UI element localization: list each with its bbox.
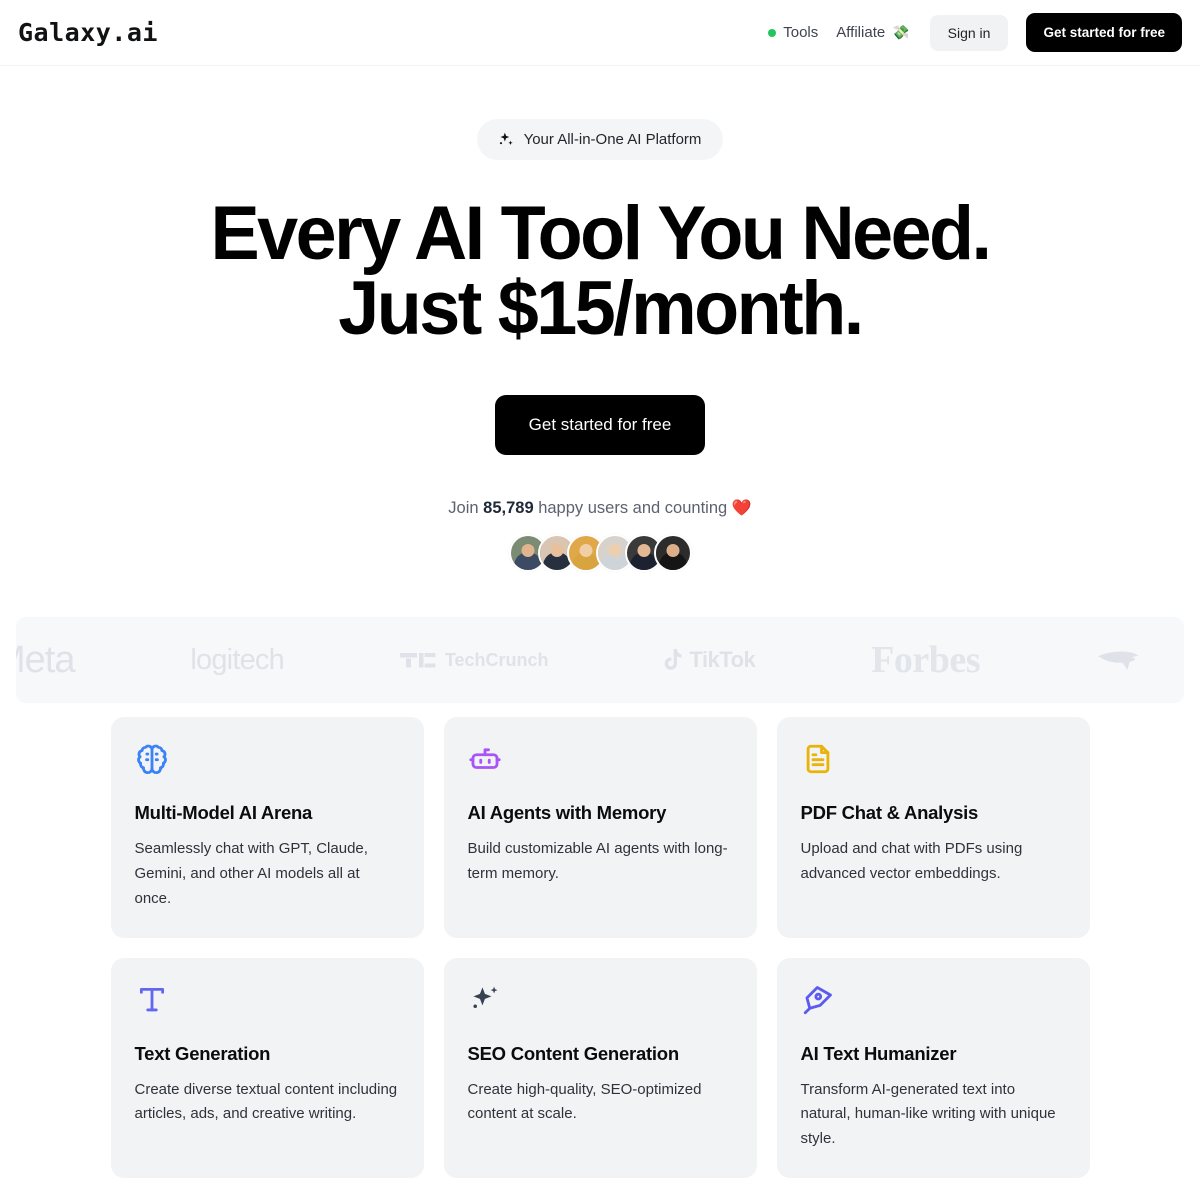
- nav-item-affiliate[interactable]: Affiliate 💸: [836, 24, 909, 41]
- page-title: Every AI Tool You Need. Just $15/month.: [18, 196, 1182, 352]
- site-logo[interactable]: Galaxy.ai: [18, 18, 158, 47]
- header-get-started-button[interactable]: Get started for free: [1026, 13, 1182, 52]
- feature-card[interactable]: AI Agents with Memory Build customizable …: [443, 717, 757, 938]
- platform-badge-label: Your All-in-One AI Platform: [523, 131, 702, 148]
- brain-icon: [135, 742, 400, 776]
- nav-item-tools-label: Tools: [783, 24, 819, 41]
- happy-user-count: 85,789: [483, 499, 534, 518]
- feature-card-description: Transform AI-generated text into natural…: [800, 1080, 1056, 1148]
- hero-section: Your All-in-One AI Platform Every AI Too…: [0, 66, 1200, 573]
- sparkles-icon: [496, 130, 515, 149]
- header-nav: Tools Affiliate 💸 Sign in Get started fo…: [768, 13, 1182, 52]
- feature-card-title: SEO Content Generation: [467, 1042, 680, 1064]
- feature-card[interactable]: Text Generation Create diverse textual co…: [110, 957, 424, 1178]
- feature-card-title: PDF Chat & Analysis: [800, 802, 979, 824]
- user-avatar-group: [0, 534, 1200, 573]
- feature-card-description: Upload and chat with PDFs using advanced…: [800, 840, 1023, 883]
- brand-logo-meta: Meta: [16, 638, 75, 681]
- feature-card-title: AI Text Humanizer: [800, 1042, 957, 1064]
- press-logo-strip: Meta logitech TechCrunch TikTok Forbes: [16, 617, 1184, 704]
- brand-logo-forbes: Forbes: [871, 639, 981, 682]
- social-proof-prefix: Join: [448, 499, 484, 518]
- feature-card-description: Create diverse textual content including…: [134, 1080, 398, 1123]
- feature-card-description: Create high-quality, SEO-optimized conte…: [467, 1080, 702, 1123]
- feature-card-title: AI Agents with Memory: [467, 802, 667, 824]
- site-header: Galaxy.ai Tools Affiliate 💸 Sign in Get …: [0, 0, 1200, 66]
- money-with-wings-icon: 💸: [892, 24, 910, 40]
- user-avatar-6: [653, 534, 692, 573]
- tiktok-note-icon: [665, 649, 682, 671]
- platform-badge: Your All-in-One AI Platform: [476, 119, 724, 160]
- feature-card-description: Seamlessly chat with GPT, Claude, Gemini…: [134, 840, 368, 907]
- nav-item-tools[interactable]: Tools: [768, 24, 818, 41]
- brand-logo-tiktok: TikTok: [664, 647, 756, 673]
- feature-card[interactable]: SEO Content Generation Create high-qualit…: [443, 957, 757, 1178]
- techcrunch-mark-icon: [399, 653, 436, 668]
- patriots-helmet-icon: [1097, 651, 1139, 671]
- sparkles-icon: [468, 983, 733, 1017]
- green-status-dot-icon: [768, 28, 777, 37]
- feature-card-grid: Multi-Model AI Arena Seamlessly chat with…: [0, 703, 1200, 1178]
- type-icon: [135, 983, 400, 1017]
- feature-card[interactable]: PDF Chat & Analysis Upload and chat with …: [776, 717, 1090, 938]
- brand-logo-techcrunch: TechCrunch: [399, 650, 549, 671]
- social-proof-suffix: happy users and counting: [533, 499, 732, 518]
- hero-get-started-button[interactable]: Get started for free: [494, 395, 706, 456]
- red-heart-icon: ❤️: [731, 500, 752, 518]
- feature-card-description: Build customizable AI agents with long-t…: [467, 840, 728, 883]
- feature-card-title: Text Generation: [134, 1042, 271, 1064]
- brand-logo-patriots: [1096, 643, 1154, 677]
- brand-logo-logitech: logitech: [190, 643, 284, 676]
- file-text-icon: [801, 742, 1066, 776]
- headline-line-2: Just $15/month.: [338, 266, 864, 352]
- sign-in-button[interactable]: Sign in: [929, 14, 1009, 51]
- feature-card[interactable]: AI Text Humanizer Transform AI-generated …: [776, 957, 1090, 1178]
- feature-card[interactable]: Multi-Model AI Arena Seamlessly chat with…: [110, 717, 424, 938]
- feature-card-title: Multi-Model AI Arena: [134, 802, 313, 824]
- social-proof-text: Join 85,789 happy users and counting ❤️: [0, 498, 1200, 518]
- nav-item-affiliate-label: Affiliate: [836, 24, 886, 41]
- headline-line-1: Every AI Tool You Need.: [210, 191, 992, 276]
- pen-nib-icon: [801, 983, 1066, 1017]
- robot-icon: [468, 742, 733, 776]
